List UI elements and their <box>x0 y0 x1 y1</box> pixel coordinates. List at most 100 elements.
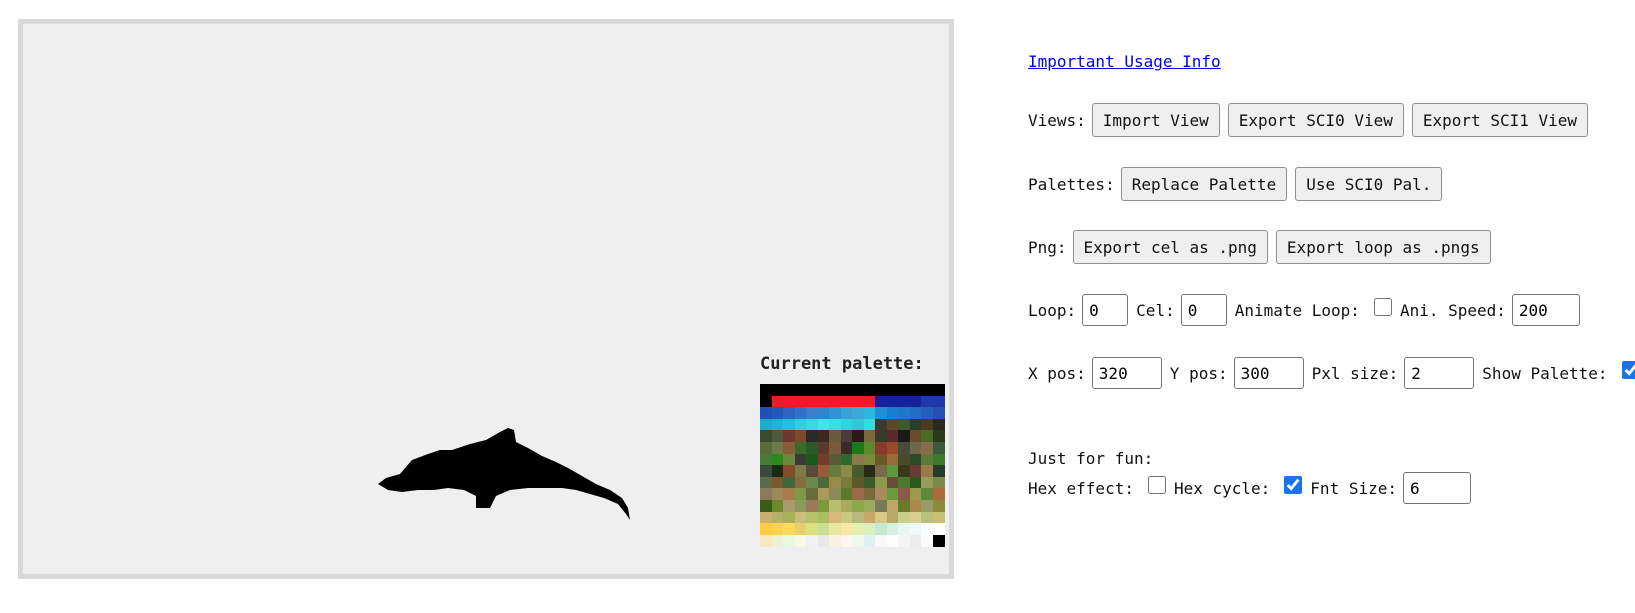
palette-swatch <box>875 407 887 420</box>
palette-swatch <box>909 534 922 547</box>
export-cel-png-button[interactable]: Export cel as .png <box>1072 230 1268 264</box>
palette-swatch <box>806 430 818 443</box>
palette-swatch <box>794 418 807 431</box>
palette-swatch <box>840 442 853 455</box>
palette-swatch <box>794 395 807 408</box>
palette-swatch <box>932 430 945 443</box>
cel-input[interactable] <box>1180 294 1227 326</box>
palette-swatch <box>886 430 899 443</box>
palette-swatch <box>909 511 922 524</box>
palette-swatch <box>771 453 784 466</box>
use-sci0-palette-button[interactable]: Use SCI0 Pal. <box>1295 167 1443 201</box>
fnt-size-label: Fnt Size: <box>1310 478 1397 498</box>
loop-input[interactable] <box>1082 294 1129 326</box>
palette-swatch <box>932 407 945 420</box>
view-canvas[interactable]: Current palette: <box>18 19 954 579</box>
import-view-button[interactable]: Import View <box>1091 103 1220 137</box>
palette-swatch <box>760 465 772 478</box>
palette-swatch <box>783 523 795 536</box>
palette-swatch <box>852 395 864 408</box>
palette-swatch <box>760 523 772 536</box>
palette-swatch <box>840 488 853 501</box>
palette-swatch <box>875 384 887 397</box>
palette-swatch <box>921 407 933 420</box>
export-loop-pngs-button[interactable]: Export loop as .pngs <box>1275 230 1491 264</box>
palette-swatch <box>771 465 784 478</box>
palette-swatch <box>806 465 818 478</box>
palette-swatch <box>806 395 818 408</box>
hex-effect-checkbox[interactable] <box>1147 476 1166 494</box>
palette-swatch <box>760 488 772 501</box>
palette-swatch <box>921 465 933 478</box>
palette-swatch <box>898 476 910 489</box>
palette-swatch <box>932 395 945 408</box>
palette-swatch <box>863 534 876 547</box>
palette-swatch <box>852 523 864 536</box>
palette-swatch <box>760 534 772 547</box>
palette-swatch <box>783 395 795 408</box>
palette-swatch <box>817 511 830 524</box>
pxl-size-input[interactable] <box>1404 357 1475 389</box>
ypos-input[interactable] <box>1233 357 1304 389</box>
palette-swatch <box>852 418 864 431</box>
show-palette-checkbox[interactable] <box>1621 361 1635 379</box>
palette-swatch <box>794 500 807 513</box>
palette-swatch <box>771 442 784 455</box>
palette-swatch <box>852 442 864 455</box>
palette-swatch <box>898 384 910 397</box>
palette-swatch <box>771 395 784 408</box>
export-sci1-view-button[interactable]: Export SCI1 View <box>1411 103 1589 137</box>
fnt-size-input[interactable] <box>1403 472 1471 504</box>
palette-swatch <box>863 488 876 501</box>
palette-swatch <box>886 453 899 466</box>
palette-swatch <box>932 465 945 478</box>
ani-speed-input[interactable] <box>1511 294 1580 326</box>
palette-swatch <box>932 442 945 455</box>
xpos-input[interactable] <box>1091 357 1162 389</box>
export-sci0-view-button[interactable]: Export SCI0 View <box>1227 103 1404 137</box>
palette-swatch <box>886 534 899 547</box>
palette-swatch <box>817 395 830 408</box>
palette-swatch <box>886 511 899 524</box>
palette-swatch <box>817 442 830 455</box>
palette-swatch <box>783 418 795 431</box>
palette-swatch <box>783 465 795 478</box>
show-palette-label: Show Palette: <box>1482 363 1608 383</box>
palette-swatch <box>898 430 910 443</box>
palette-swatch <box>852 511 864 524</box>
palette-swatch <box>794 523 807 536</box>
palette-swatch <box>898 465 910 478</box>
palette-swatch <box>817 488 830 501</box>
palette-swatch <box>760 430 772 443</box>
palette-swatch <box>817 407 830 420</box>
usage-info-link[interactable]: Important Usage Info <box>1028 52 1221 71</box>
palette-swatch <box>932 523 945 536</box>
palette-swatch <box>852 488 864 501</box>
hex-cycle-label: Hex cycle: <box>1173 478 1271 498</box>
palette-swatch <box>875 488 887 501</box>
palette-swatch <box>783 453 795 466</box>
palette-swatch <box>783 442 795 455</box>
palette-swatch <box>806 418 818 431</box>
palette-swatch <box>921 500 933 513</box>
palette-swatch <box>863 384 876 397</box>
palette-swatch <box>771 418 784 431</box>
palette-swatch <box>760 476 772 489</box>
palette-swatch <box>829 523 841 536</box>
palette-swatch <box>829 465 841 478</box>
palette-swatch <box>898 534 910 547</box>
replace-palette-button[interactable]: Replace Palette <box>1120 167 1288 201</box>
palette-swatch <box>875 476 887 489</box>
palette-swatch <box>829 476 841 489</box>
palette-swatch <box>760 395 772 408</box>
hex-cycle-checkbox[interactable] <box>1284 476 1303 494</box>
animate-loop-checkbox[interactable] <box>1373 298 1392 316</box>
palette-swatch <box>794 453 807 466</box>
palette-swatch <box>852 465 864 478</box>
palette-swatch <box>771 488 784 501</box>
palette-swatch <box>760 442 772 455</box>
palette-swatch <box>760 384 772 397</box>
palette-swatch <box>829 488 841 501</box>
animate-loop-label: Animate Loop: <box>1234 300 1360 320</box>
palette-swatch <box>760 453 772 466</box>
